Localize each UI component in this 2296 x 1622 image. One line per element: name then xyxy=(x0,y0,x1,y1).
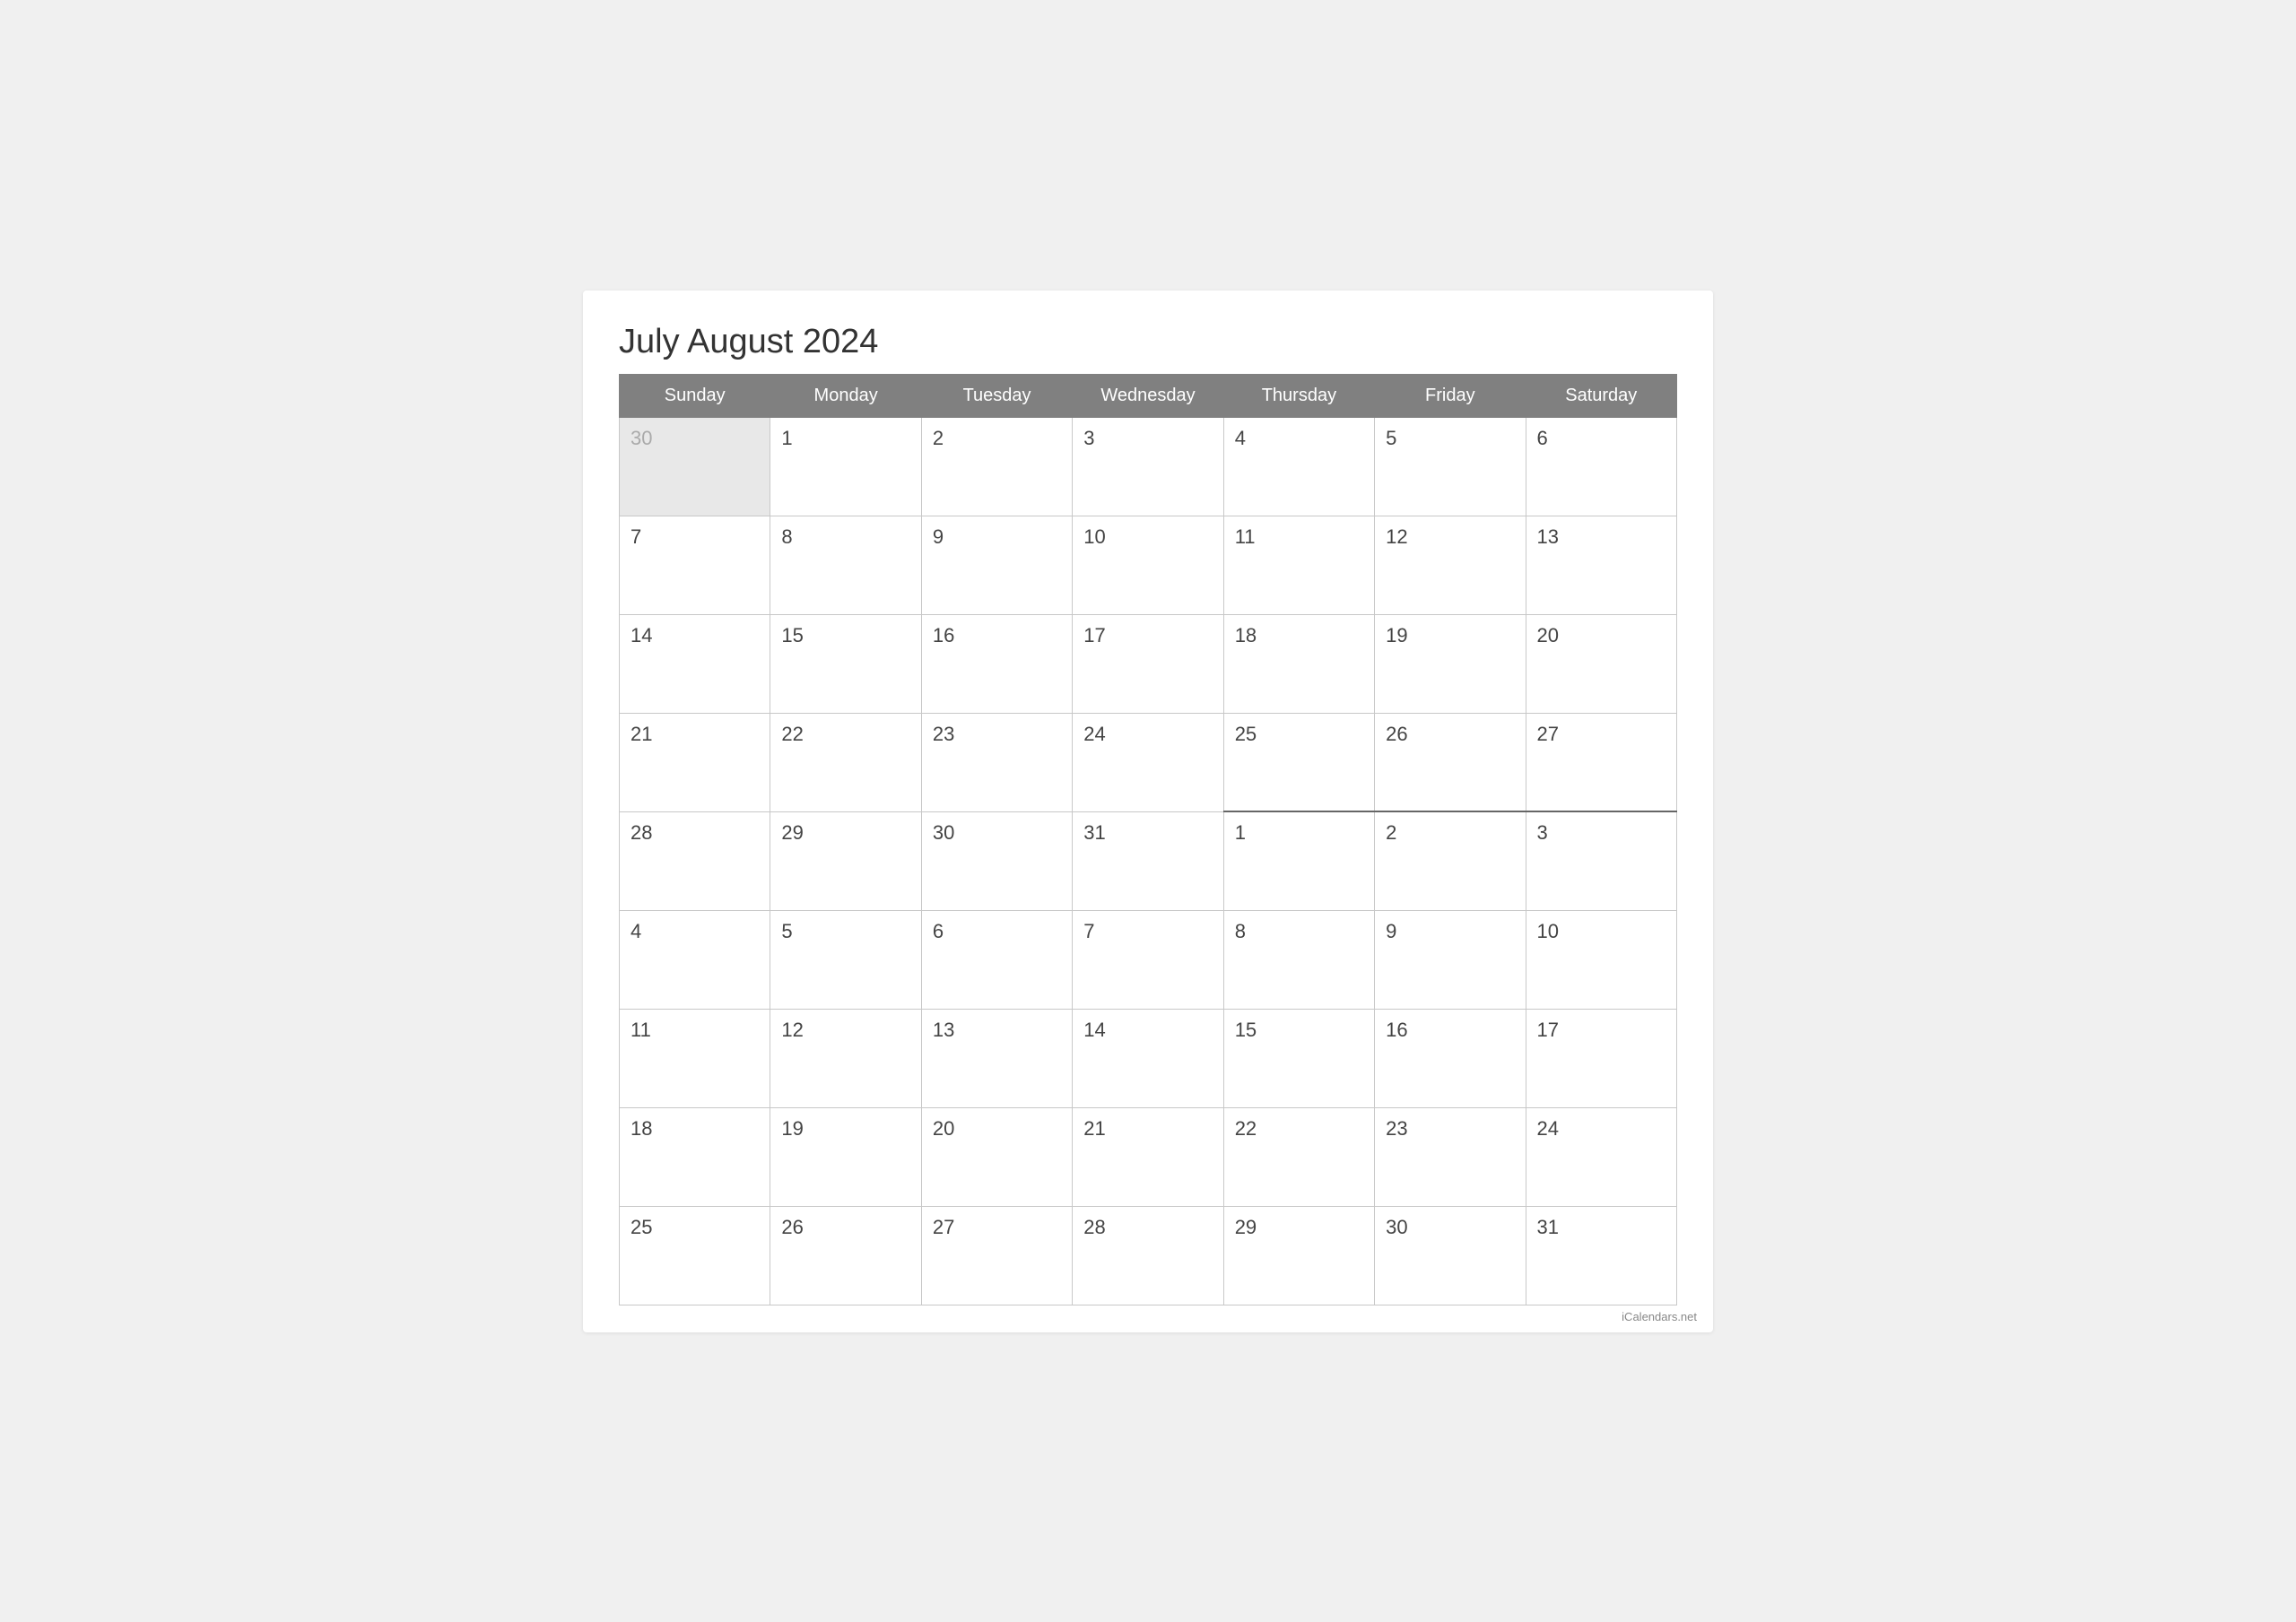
calendar-day[interactable]: 13 xyxy=(921,1009,1072,1107)
week-row: 21222324252627 xyxy=(620,713,1677,811)
calendar-day[interactable]: 11 xyxy=(620,1009,770,1107)
calendar-day[interactable]: 30 xyxy=(620,417,770,516)
calendar-day[interactable]: 11 xyxy=(1223,516,1374,614)
calendar-title: July August 2024 xyxy=(619,323,1677,361)
header-cell-tuesday: Tuesday xyxy=(921,374,1072,417)
calendar-day[interactable]: 12 xyxy=(770,1009,921,1107)
calendar-day[interactable]: 6 xyxy=(921,910,1072,1009)
calendar-day[interactable]: 1 xyxy=(1223,811,1374,910)
calendar-day[interactable]: 10 xyxy=(1526,910,1676,1009)
calendar-day[interactable]: 8 xyxy=(770,516,921,614)
header-cell-friday: Friday xyxy=(1375,374,1526,417)
calendar-day[interactable]: 15 xyxy=(1223,1009,1374,1107)
calendar-container: July August 2024 SundayMondayTuesdayWedn… xyxy=(583,291,1713,1332)
calendar-day[interactable]: 16 xyxy=(921,614,1072,713)
calendar-day[interactable]: 20 xyxy=(921,1107,1072,1206)
calendar-day[interactable]: 27 xyxy=(1526,713,1676,811)
calendar-day[interactable]: 18 xyxy=(1223,614,1374,713)
week-row: 78910111213 xyxy=(620,516,1677,614)
calendar-day[interactable]: 25 xyxy=(620,1206,770,1305)
week-row: 45678910 xyxy=(620,910,1677,1009)
calendar-day[interactable]: 14 xyxy=(1073,1009,1223,1107)
week-row: 30123456 xyxy=(620,417,1677,516)
calendar-day[interactable]: 24 xyxy=(1526,1107,1676,1206)
calendar-day[interactable]: 26 xyxy=(770,1206,921,1305)
week-row: 18192021222324 xyxy=(620,1107,1677,1206)
calendar-day[interactable]: 29 xyxy=(1223,1206,1374,1305)
calendar-day[interactable]: 8 xyxy=(1223,910,1374,1009)
calendar-day[interactable]: 21 xyxy=(1073,1107,1223,1206)
calendar-day[interactable]: 30 xyxy=(921,811,1072,910)
calendar-day[interactable]: 28 xyxy=(1073,1206,1223,1305)
header-cell-saturday: Saturday xyxy=(1526,374,1676,417)
header-row: SundayMondayTuesdayWednesdayThursdayFrid… xyxy=(620,374,1677,417)
calendar-day[interactable]: 19 xyxy=(1375,614,1526,713)
calendar-day[interactable]: 7 xyxy=(1073,910,1223,1009)
calendar-day[interactable]: 7 xyxy=(620,516,770,614)
calendar-day[interactable]: 23 xyxy=(921,713,1072,811)
calendar-day[interactable]: 4 xyxy=(620,910,770,1009)
calendar-day[interactable]: 13 xyxy=(1526,516,1676,614)
calendar-day[interactable]: 9 xyxy=(921,516,1072,614)
calendar-day[interactable]: 25 xyxy=(1223,713,1374,811)
calendar-day[interactable]: 2 xyxy=(1375,811,1526,910)
calendar-day[interactable]: 28 xyxy=(620,811,770,910)
calendar-day[interactable]: 16 xyxy=(1375,1009,1526,1107)
calendar-day[interactable]: 21 xyxy=(620,713,770,811)
calendar-day[interactable]: 23 xyxy=(1375,1107,1526,1206)
calendar-day[interactable]: 18 xyxy=(620,1107,770,1206)
calendar-day[interactable]: 4 xyxy=(1223,417,1374,516)
calendar-day[interactable]: 31 xyxy=(1073,811,1223,910)
calendar-day[interactable]: 17 xyxy=(1073,614,1223,713)
calendar-day[interactable]: 15 xyxy=(770,614,921,713)
calendar-day[interactable]: 17 xyxy=(1526,1009,1676,1107)
calendar-day[interactable]: 2 xyxy=(921,417,1072,516)
week-row: 14151617181920 xyxy=(620,614,1677,713)
header-cell-sunday: Sunday xyxy=(620,374,770,417)
calendar-day[interactable]: 29 xyxy=(770,811,921,910)
calendar-day[interactable]: 30 xyxy=(1375,1206,1526,1305)
header-cell-thursday: Thursday xyxy=(1223,374,1374,417)
calendar-day[interactable]: 6 xyxy=(1526,417,1676,516)
calendar-body: 3012345678910111213141516171819202122232… xyxy=(620,417,1677,1305)
week-row: 25262728293031 xyxy=(620,1206,1677,1305)
calendar-day[interactable]: 22 xyxy=(770,713,921,811)
calendar-day[interactable]: 31 xyxy=(1526,1206,1676,1305)
calendar-day[interactable]: 9 xyxy=(1375,910,1526,1009)
calendar-day[interactable]: 19 xyxy=(770,1107,921,1206)
calendar-table: SundayMondayTuesdayWednesdayThursdayFrid… xyxy=(619,374,1677,1305)
calendar-header: SundayMondayTuesdayWednesdayThursdayFrid… xyxy=(620,374,1677,417)
watermark: iCalendars.net xyxy=(1622,1310,1697,1323)
calendar-day[interactable]: 3 xyxy=(1073,417,1223,516)
calendar-day[interactable]: 3 xyxy=(1526,811,1676,910)
header-cell-monday: Monday xyxy=(770,374,921,417)
calendar-day[interactable]: 1 xyxy=(770,417,921,516)
calendar-day[interactable]: 5 xyxy=(1375,417,1526,516)
calendar-day[interactable]: 12 xyxy=(1375,516,1526,614)
calendar-day[interactable]: 10 xyxy=(1073,516,1223,614)
calendar-day[interactable]: 27 xyxy=(921,1206,1072,1305)
calendar-day[interactable]: 14 xyxy=(620,614,770,713)
week-row: 11121314151617 xyxy=(620,1009,1677,1107)
header-cell-wednesday: Wednesday xyxy=(1073,374,1223,417)
calendar-day[interactable]: 5 xyxy=(770,910,921,1009)
week-row: 28293031123 xyxy=(620,811,1677,910)
calendar-day[interactable]: 22 xyxy=(1223,1107,1374,1206)
calendar-day[interactable]: 24 xyxy=(1073,713,1223,811)
calendar-day[interactable]: 20 xyxy=(1526,614,1676,713)
calendar-day[interactable]: 26 xyxy=(1375,713,1526,811)
